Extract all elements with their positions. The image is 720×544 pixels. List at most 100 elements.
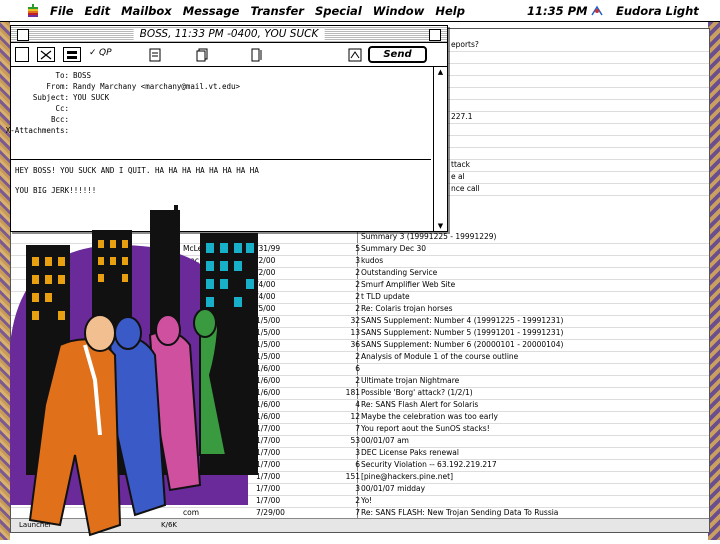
subject-cell: Smurf Amplifier Web Site bbox=[361, 280, 456, 289]
binhex-icon[interactable] bbox=[37, 47, 55, 62]
size-cell: 2 bbox=[355, 304, 360, 313]
message-title: BOSS, 11:33 PM -0400, YOU SUCK bbox=[133, 28, 325, 40]
size-cell: 181 bbox=[345, 388, 360, 397]
message-window[interactable]: BOSS, 11:33 PM -0400, YOU SUCK ✓ QP Send… bbox=[6, 25, 448, 232]
message-toolbar: ✓ QP Send bbox=[11, 43, 447, 67]
subject-cell: Ultimate trojan Nightmare bbox=[361, 376, 460, 385]
size-cell: 36 bbox=[350, 340, 360, 349]
menu-mailbox[interactable]: Mailbox bbox=[121, 4, 172, 18]
office-workers-cityscape-clipart bbox=[0, 205, 270, 540]
header-row[interactable]: To: BOSS bbox=[11, 71, 431, 82]
header-row[interactable]: From: Randy Marchany <marchany@mail.vt.ed… bbox=[11, 82, 431, 93]
subject-cell: 00/01/07 midday bbox=[361, 484, 426, 493]
header-value[interactable]: BOSS bbox=[73, 71, 91, 80]
header-label: Subject: bbox=[32, 93, 69, 102]
size-cell: 7 bbox=[355, 508, 360, 517]
subject-cell: Re: SANS Flash Alert for Solaris bbox=[361, 400, 479, 409]
text-doc-icon[interactable] bbox=[148, 47, 162, 62]
header-row[interactable]: X-Attachments: bbox=[6, 126, 431, 137]
menu-edit[interactable]: Edit bbox=[85, 4, 111, 18]
body-line bbox=[15, 176, 425, 186]
subject-cell: SANS Supplement: Number 5 (19991201 - 19… bbox=[361, 328, 564, 337]
size-cell: 3 bbox=[355, 256, 360, 265]
body-line: YOU BIG JERK!!!!!! bbox=[15, 186, 97, 195]
size-cell: 13 bbox=[350, 328, 360, 337]
size-cell: 2 bbox=[355, 496, 360, 505]
menubar: File Edit Mailbox Message Transfer Speci… bbox=[0, 0, 720, 22]
header-row[interactable]: Cc: bbox=[11, 104, 431, 115]
size-cell: 3 bbox=[355, 484, 360, 493]
message-headers: To: BOSS From: Randy Marchany <marchany@mai… bbox=[6, 67, 431, 160]
send-button[interactable]: Send bbox=[368, 46, 427, 63]
header-label: Cc: bbox=[55, 104, 69, 113]
subject-cell: Maybe the celebration was too early bbox=[361, 412, 498, 421]
subject-cell: Security Violation -- 63.192.219.217 bbox=[361, 460, 497, 469]
subject-cell: t TLD update bbox=[361, 292, 410, 301]
size-cell: 3 bbox=[355, 448, 360, 457]
size-cell: 2 bbox=[355, 268, 360, 277]
header-label: To: bbox=[55, 71, 69, 80]
vertical-scrollbar[interactable]: ▲ ▼ bbox=[433, 67, 447, 231]
subject-cell: SANS Supplement: Number 4 (19991225 - 19… bbox=[361, 316, 564, 325]
menubar-clock[interactable]: 11:35 PM bbox=[527, 4, 587, 18]
header-label: X-Attachments: bbox=[5, 126, 69, 135]
size-cell: 2 bbox=[355, 292, 360, 301]
binhex-text-icon[interactable] bbox=[63, 47, 81, 62]
scroll-up-arrow[interactable]: ▲ bbox=[435, 67, 446, 77]
keep-copy-icon[interactable] bbox=[195, 47, 209, 62]
qp-label[interactable]: QP bbox=[99, 48, 112, 58]
size-cell: 12 bbox=[350, 412, 360, 421]
subject-cell: Analysis of Module 1 of the course outli… bbox=[361, 352, 519, 361]
body-line: HEY BOSS! YOU SUCK AND I QUIT. HA HA HA … bbox=[15, 166, 259, 175]
subject-cell: Re: SANS FLASH: New Trojan Sending Data … bbox=[361, 508, 559, 517]
header-row[interactable]: Subject: YOU SUCK bbox=[11, 93, 431, 104]
scroll-down-arrow[interactable]: ▼ bbox=[435, 221, 446, 231]
size-cell: 2 bbox=[355, 352, 360, 361]
subject-cell: eports? bbox=[451, 40, 479, 49]
zoom-box[interactable] bbox=[429, 29, 441, 41]
close-box[interactable] bbox=[17, 29, 29, 41]
size-cell: 2 bbox=[355, 376, 360, 385]
subject-cell: Summary Dec 30 bbox=[361, 244, 427, 253]
app-menu-name[interactable]: Eudora Light bbox=[616, 4, 699, 18]
subject-cell: SANS Supplement: Number 6 (20000101 - 20… bbox=[361, 340, 564, 349]
qp-checkmark-icon[interactable]: ✓ bbox=[89, 48, 97, 58]
size-cell: 32 bbox=[350, 316, 360, 325]
size-cell: 2 bbox=[355, 280, 360, 289]
message-body[interactable]: HEY BOSS! YOU SUCK AND I QUIT. HA HA HA … bbox=[15, 166, 425, 196]
subject-cell: Re: Colaris trojan horses bbox=[361, 304, 453, 313]
subject-cell: 00/01/07 am bbox=[361, 436, 409, 445]
size-cell: 151 bbox=[345, 472, 360, 481]
header-value[interactable]: YOU SUCK bbox=[73, 93, 109, 102]
subject-cell: DEC License Paks renewal bbox=[361, 448, 459, 457]
subject-cell: Summary 3 (19991225 - 19991229) bbox=[361, 232, 497, 241]
header-value[interactable]: Randy Marchany <marchany@mail.vt.edu> bbox=[73, 82, 240, 91]
eudora-app-icon[interactable] bbox=[590, 5, 604, 20]
size-cell: 53 bbox=[350, 436, 360, 445]
subject-cell: Yo! bbox=[361, 496, 373, 505]
header-label: From: bbox=[46, 82, 69, 91]
menu-transfer[interactable]: Transfer bbox=[250, 4, 304, 18]
header-row[interactable]: Bcc: bbox=[11, 115, 431, 126]
menu-help[interactable]: Help bbox=[435, 4, 465, 18]
size-cell: 4 bbox=[355, 400, 360, 409]
subject-cell: Outstanding Service bbox=[361, 268, 438, 277]
menu-file[interactable]: File bbox=[50, 4, 74, 18]
header-label: Bcc: bbox=[50, 115, 69, 124]
menu-special[interactable]: Special bbox=[315, 4, 362, 18]
menu-message[interactable]: Message bbox=[183, 4, 240, 18]
signature-icon[interactable] bbox=[347, 47, 363, 62]
apple-icon[interactable] bbox=[26, 3, 40, 18]
message-title-bar[interactable]: BOSS, 11:33 PM -0400, YOU SUCK bbox=[11, 26, 447, 43]
menu-window[interactable]: Window bbox=[373, 4, 425, 18]
tab-icon[interactable] bbox=[15, 47, 29, 62]
subject-cell: Possible 'Borg' attack? (1/2/1) bbox=[361, 388, 473, 397]
subject-cell: kudos bbox=[361, 256, 384, 265]
size-cell: 6 bbox=[355, 460, 360, 469]
size-cell: 7 bbox=[355, 424, 360, 433]
size-cell: 5 bbox=[355, 244, 360, 253]
subject-cell: You report aout the SunOS stacks! bbox=[361, 424, 490, 433]
word-wrap-icon[interactable] bbox=[249, 47, 265, 62]
subject-cell: [pine@hackers.pine.net] bbox=[361, 472, 454, 481]
size-cell: 6 bbox=[355, 364, 360, 373]
